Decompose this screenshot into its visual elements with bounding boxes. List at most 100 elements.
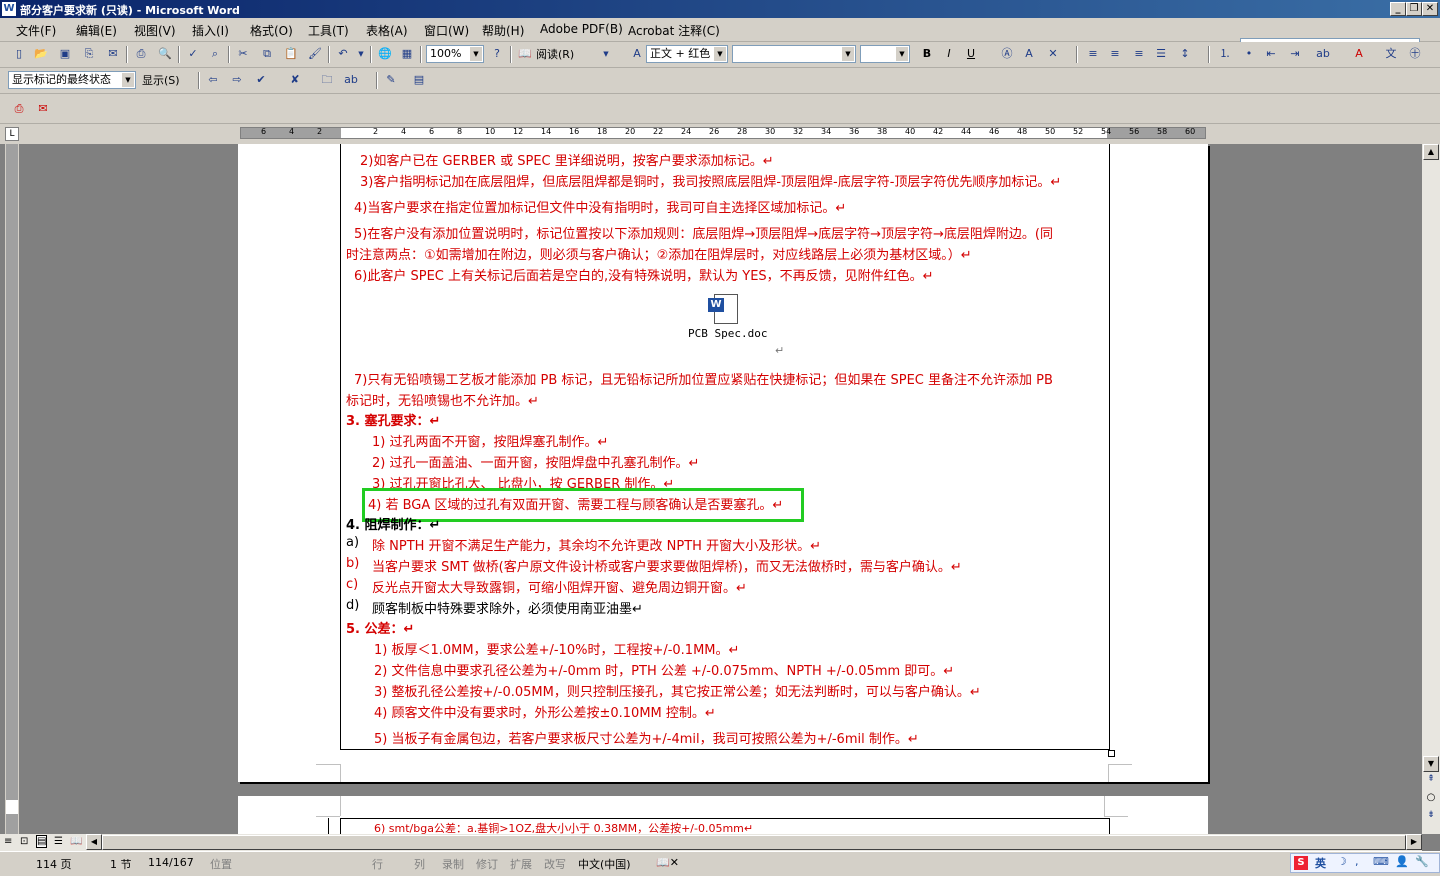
status-page[interactable]: 114 页 — [36, 856, 72, 872]
word-document-icon[interactable]: W — [708, 294, 740, 324]
print-layout-icon[interactable]: ▤ — [36, 835, 48, 848]
convert-and-email-icon[interactable]: ✉ — [34, 100, 52, 118]
align-left-icon[interactable]: ≡ — [1084, 45, 1102, 63]
copy-icon[interactable]: ⧉ — [258, 45, 276, 63]
show-menu-button[interactable]: 显示(S) — [142, 72, 180, 88]
permission-icon[interactable]: ⎘ — [80, 45, 98, 63]
line-spacing-icon[interactable]: ↕ — [1176, 45, 1194, 63]
undo-dropdown-icon[interactable]: ▼ — [352, 45, 370, 63]
print-icon[interactable]: ⎙ — [132, 45, 150, 63]
chevron-down-icon[interactable]: ▼ — [896, 47, 908, 61]
highlight-icon[interactable]: ab — [1314, 45, 1332, 63]
help-icon[interactable]: ? — [488, 45, 506, 63]
next-change-icon[interactable]: ⇨ — [228, 71, 246, 89]
previous-page-button[interactable]: ⇞ — [1423, 774, 1439, 790]
horizontal-scrollbar[interactable]: ≡ ⊡ ▤ ☰ 📖 ◀ ▶ — [0, 834, 1422, 851]
chevron-down-icon[interactable]: ▼ — [842, 47, 854, 61]
sogou-ime-icon[interactable]: S — [1294, 856, 1308, 870]
menu-format[interactable]: 格式(O) — [250, 22, 293, 39]
style-combo[interactable]: 正文 + 红色 ▼ — [646, 45, 728, 63]
scroll-left-button[interactable]: ◀ — [86, 834, 102, 850]
menu-help[interactable]: 帮助(H) — [482, 22, 524, 39]
styles-formatting-icon[interactable]: A — [628, 45, 646, 63]
email-icon[interactable]: ✉ — [104, 45, 122, 63]
underline-button[interactable]: U — [962, 45, 980, 63]
tables-borders-icon[interactable]: ▦ — [398, 45, 416, 63]
reviewing-pane-icon[interactable]: ▤ — [410, 71, 428, 89]
font-combo[interactable]: ▼ — [732, 45, 856, 63]
tools-icon[interactable]: 🔧 — [1415, 855, 1429, 868]
decrease-indent-icon[interactable]: ⇤ — [1262, 45, 1280, 63]
restore-button[interactable]: ❐ — [1406, 2, 1422, 16]
word-app-icon[interactable]: W — [2, 2, 16, 16]
menu-view[interactable]: 视图(V) — [134, 22, 176, 39]
menu-acrobat-comments[interactable]: Acrobat 注释(C) — [628, 22, 720, 39]
half-width-icon[interactable]: ☽ — [1337, 855, 1347, 868]
previous-change-icon[interactable]: ⇦ — [204, 71, 222, 89]
research-icon[interactable]: ⌕ — [206, 45, 224, 63]
status-record[interactable]: 录制 — [442, 856, 464, 872]
new-document-icon[interactable]: ▯ — [10, 45, 28, 63]
font-size-combo[interactable]: ▼ — [860, 45, 910, 63]
outline-view-icon[interactable]: ☰ — [54, 836, 63, 847]
keyboard-icon[interactable]: ⌨ — [1373, 855, 1389, 868]
format-painter-icon[interactable]: 🖌 — [306, 45, 324, 63]
bold-button[interactable]: B — [918, 45, 936, 63]
align-right-icon[interactable]: ≡ — [1130, 45, 1148, 63]
reject-change-icon[interactable]: ✘ — [286, 71, 304, 89]
next-page-button[interactable]: ⇟ — [1423, 810, 1439, 826]
punctuation-icon[interactable]: , — [1355, 855, 1359, 868]
open-folder-icon[interactable]: 📂 — [32, 45, 50, 63]
status-language[interactable]: 中文(中国) — [578, 856, 631, 872]
insert-comment-icon[interactable]: 🗀 — [318, 71, 336, 89]
spelling-status-icon[interactable]: 📖✕ — [656, 856, 679, 869]
enclose-characters-icon[interactable]: ㊉ — [1406, 45, 1424, 63]
select-browse-object-button[interactable]: ○ — [1423, 792, 1439, 808]
increase-indent-icon[interactable]: ⇥ — [1286, 45, 1304, 63]
scroll-up-button[interactable]: ▲ — [1423, 144, 1439, 160]
toolbar-options-icon[interactable]: ▼ — [600, 45, 612, 63]
normal-view-icon[interactable]: ≡ — [4, 836, 12, 847]
menu-file[interactable]: 文件(F) — [16, 22, 56, 39]
menu-insert[interactable]: 插入(I) — [192, 22, 229, 39]
italic-button[interactable]: I — [940, 45, 958, 63]
menu-tools[interactable]: 工具(T) — [308, 22, 349, 39]
chevron-down-icon[interactable]: ▼ — [470, 47, 482, 61]
chevron-down-icon[interactable]: ▼ — [122, 73, 134, 87]
character-scaling-icon[interactable]: ✕ — [1044, 45, 1062, 63]
tab-selector-icon[interactable]: L — [5, 127, 19, 141]
menu-adobe-pdf[interactable]: Adobe PDF(B) — [540, 22, 623, 36]
ime-language-toggle[interactable]: 英 — [1315, 855, 1326, 871]
character-border-icon[interactable]: Ⓐ — [998, 45, 1016, 63]
bullets-icon[interactable]: • — [1240, 45, 1258, 63]
convert-to-pdf-icon[interactable]: ⎙ — [10, 100, 28, 118]
track-changes-icon[interactable]: ✎ — [382, 71, 400, 89]
web-layout-icon[interactable]: ⊡ — [20, 836, 28, 847]
menu-window[interactable]: 窗口(W) — [424, 22, 469, 39]
spelling-icon[interactable]: ✓ — [184, 45, 202, 63]
character-shading-icon[interactable]: A — [1020, 45, 1038, 63]
phonetic-guide-icon[interactable]: 文 — [1382, 45, 1400, 63]
scroll-right-button[interactable]: ▶ — [1406, 834, 1422, 850]
status-extend[interactable]: 扩展 — [510, 856, 532, 872]
menu-table[interactable]: 表格(A) — [366, 22, 408, 39]
hyperlink-icon[interactable]: 🌐 — [376, 45, 394, 63]
horizontal-ruler[interactable]: 6 4 2 2 4 6 8 10 12 14 16 18 20 22 24 26 28 30 32 34 36 38 40 4… — [240, 127, 1206, 139]
read-button[interactable]: 阅读(R) — [536, 46, 574, 62]
attachment-label[interactable]: PCB Spec.doc — [688, 327, 767, 340]
cut-icon[interactable]: ✂ — [234, 45, 252, 63]
display-for-review-combo[interactable]: 显示标记的最终状态 ▼ — [8, 71, 136, 89]
vertical-scrollbar[interactable]: ▲ ▼ ⇞ ○ ⇟ — [1422, 144, 1440, 834]
accept-change-icon[interactable]: ✔ — [252, 71, 270, 89]
paste-icon[interactable]: 📋 — [282, 45, 300, 63]
justify-icon[interactable]: ☰ — [1152, 45, 1170, 63]
status-track-changes[interactable]: 修订 — [476, 856, 498, 872]
zoom-combo[interactable]: 100% ▼ — [426, 45, 484, 63]
undo-icon[interactable]: ↶ — [334, 45, 352, 63]
menu-edit[interactable]: 编辑(E) — [76, 22, 117, 39]
print-preview-icon[interactable]: 🔍 — [156, 45, 174, 63]
numbering-icon[interactable]: ⒈ — [1216, 45, 1234, 63]
save-icon[interactable]: ▣ — [56, 45, 74, 63]
chevron-down-icon[interactable]: ▼ — [714, 47, 726, 61]
scroll-down-button[interactable]: ▼ — [1423, 756, 1439, 772]
